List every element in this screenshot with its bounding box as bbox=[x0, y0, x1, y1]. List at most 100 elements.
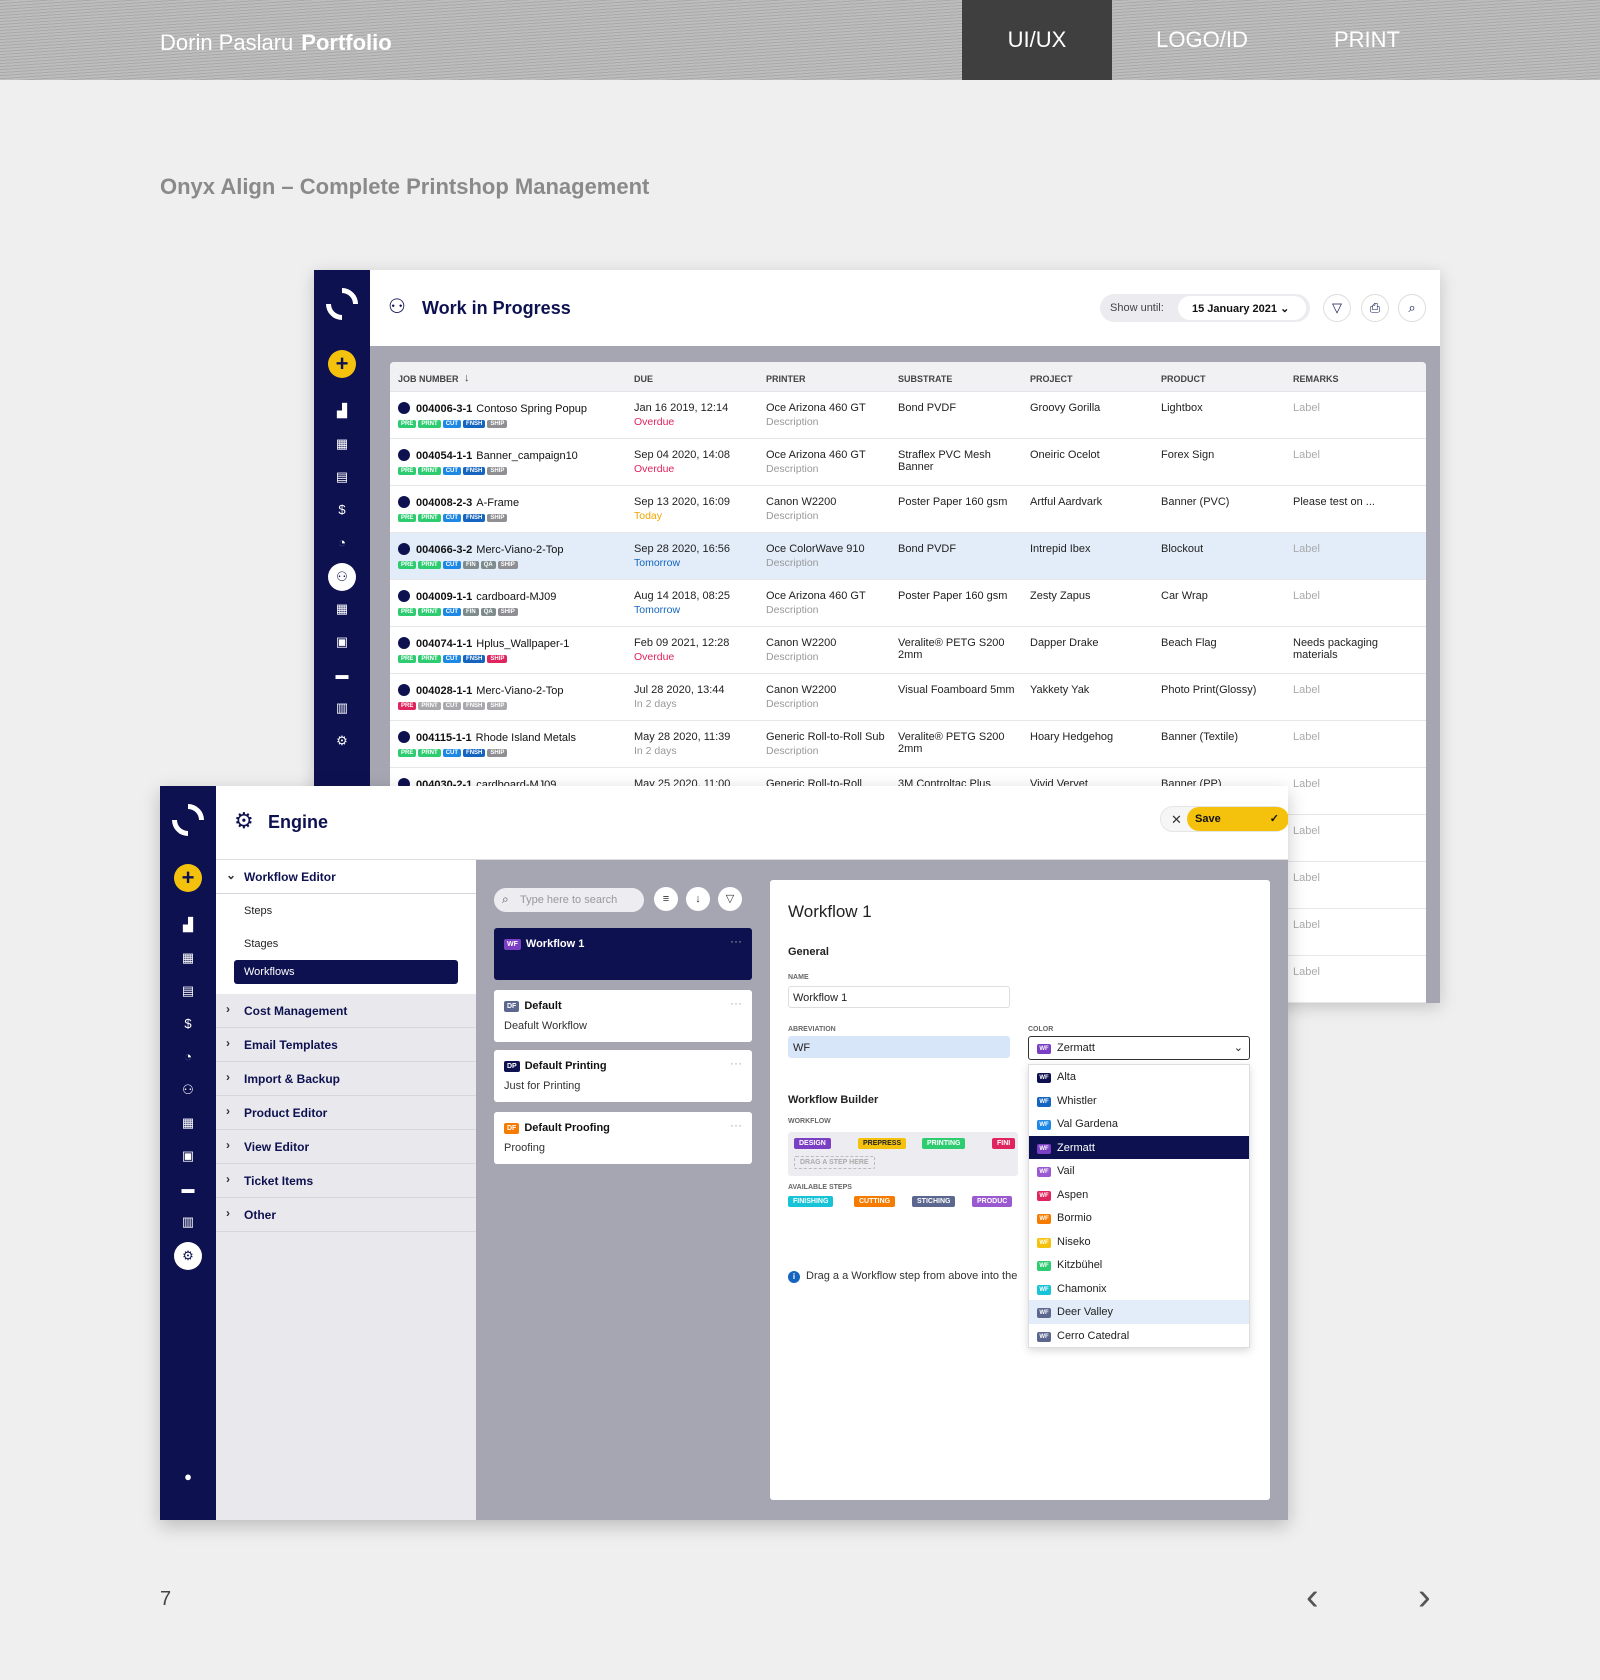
menu-item[interactable]: › View Editor bbox=[216, 1130, 476, 1164]
list-view-button[interactable]: ≡ bbox=[654, 887, 678, 911]
job-number[interactable]: 004074-1-1 Hplus_Wallpaper-1 bbox=[398, 637, 569, 650]
printer-icon[interactable]: ▬ bbox=[180, 1182, 196, 1196]
box-icon[interactable]: ▣ bbox=[180, 1149, 196, 1163]
job-number[interactable]: 004009-1-1 cardboard-MJ09 bbox=[398, 590, 556, 603]
job-number[interactable]: 004008-2-3 A-Frame bbox=[398, 496, 519, 509]
gear-icon[interactable]: ⚙ bbox=[174, 1242, 202, 1270]
job-number[interactable]: 004115-1-1 Rhode Island Metals bbox=[398, 731, 576, 744]
list-icon[interactable]: ▤ bbox=[180, 984, 196, 998]
user-icon[interactable]: ● bbox=[180, 1470, 196, 1484]
more-icon[interactable]: ··· bbox=[730, 1118, 742, 1132]
filter-button[interactable]: ▽ bbox=[718, 887, 742, 911]
add-button[interactable]: + bbox=[328, 350, 356, 378]
grid-icon[interactable]: ▦ bbox=[334, 602, 350, 616]
col-substrate[interactable]: SUBSTRATE bbox=[898, 374, 952, 384]
color-option[interactable]: WF Chamonix bbox=[1029, 1277, 1249, 1301]
brand[interactable]: Dorin Paslaru Portfolio bbox=[160, 30, 392, 56]
tab-logo-id[interactable]: LOGO/ID bbox=[1112, 0, 1292, 80]
step-chip-design[interactable]: DESIGN bbox=[794, 1138, 831, 1149]
menu-workflows[interactable]: Workflows bbox=[234, 960, 458, 984]
forklift-icon[interactable]: ⚇ bbox=[180, 1083, 196, 1097]
color-option[interactable]: WF Alta bbox=[1029, 1065, 1249, 1089]
filter-button[interactable]: ▽ bbox=[1323, 294, 1351, 322]
menu-item[interactable]: › Other bbox=[216, 1198, 476, 1232]
workflow-card[interactable]: DF Default Deafult Workflow ··· bbox=[494, 990, 752, 1042]
workflow-drop-zone[interactable]: DESIGN PREPRESS PRINTING FINI DRAG A STE… bbox=[788, 1132, 1018, 1176]
calendar-icon[interactable]: ▦ bbox=[334, 437, 350, 451]
menu-item[interactable]: › Import & Backup bbox=[216, 1062, 476, 1096]
tab-uiux[interactable]: UI/UX bbox=[962, 0, 1112, 80]
color-option[interactable]: WF Whistler bbox=[1029, 1089, 1249, 1113]
color-option[interactable]: WF Niseko bbox=[1029, 1230, 1249, 1254]
forklift-icon[interactable]: ⚇ bbox=[328, 563, 356, 591]
show-until-picker[interactable]: Show until: 15 January 2021 ⌄ bbox=[1100, 294, 1310, 322]
job-number[interactable]: 004006-3-1 Contoso Spring Popup bbox=[398, 402, 587, 415]
table-row[interactable]: 004115-1-1 Rhode Island Metals PRE PRNT CUT… bbox=[390, 721, 1426, 768]
col-project[interactable]: PROJECT bbox=[1030, 374, 1073, 384]
avail-chip-product[interactable]: PRODUC bbox=[972, 1196, 1013, 1207]
search-button[interactable]: ⌕ bbox=[1398, 294, 1426, 322]
tab-print[interactable]: PRINT bbox=[1292, 0, 1442, 80]
menu-item[interactable]: › Ticket Items bbox=[216, 1164, 476, 1198]
save-button[interactable]: Save ✓ bbox=[1187, 807, 1288, 831]
col-due[interactable]: DUE bbox=[634, 374, 653, 384]
color-option[interactable]: WF Aspen bbox=[1029, 1183, 1249, 1207]
search-input[interactable]: ⌕ Type here to search bbox=[494, 888, 644, 912]
job-number[interactable]: 004028-1-1 Merc-Viano-2-Top bbox=[398, 684, 564, 697]
color-option[interactable]: WF Val Gardena bbox=[1029, 1112, 1249, 1136]
table-row[interactable]: 004066-3-2 Merc-Viano-2-Top PRE PRNT CUT FIN… bbox=[390, 533, 1426, 580]
color-option[interactable]: WF Vail bbox=[1029, 1159, 1249, 1183]
gear-icon[interactable]: ⚙ bbox=[334, 734, 350, 748]
table-row[interactable]: 004006-3-1 Contoso Spring Popup PRE PRNT CU… bbox=[390, 392, 1426, 439]
more-icon[interactable]: ··· bbox=[730, 934, 742, 948]
job-number[interactable]: 004066-3-2 Merc-Viano-2-Top bbox=[398, 543, 564, 556]
table-row[interactable]: 004008-2-3 A-Frame PRE PRNT CUT FNSH SHIP Sep… bbox=[390, 486, 1426, 533]
clipboard-icon[interactable]: ▥ bbox=[334, 701, 350, 715]
workflow-card[interactable]: DF Default Proofing Proofing ··· bbox=[494, 1112, 752, 1164]
calendar-icon[interactable]: ▦ bbox=[180, 951, 196, 965]
dollar-icon[interactable]: $ bbox=[180, 1017, 196, 1031]
add-button[interactable]: + bbox=[174, 864, 202, 892]
menu-steps[interactable]: Steps bbox=[216, 894, 476, 927]
step-chip-finishing[interactable]: FINI bbox=[992, 1138, 1016, 1149]
print-button[interactable]: ⎙ bbox=[1361, 294, 1389, 322]
dollar-icon[interactable]: $ bbox=[334, 503, 350, 517]
abbreviation-field[interactable]: WF bbox=[788, 1036, 1010, 1058]
clock-icon[interactable]: ◔ bbox=[180, 1050, 196, 1064]
menu-item[interactable]: › Cost Management bbox=[216, 994, 476, 1028]
name-field[interactable]: Workflow 1 bbox=[788, 986, 1010, 1008]
more-icon[interactable]: ··· bbox=[730, 996, 742, 1010]
menu-workflow-editor[interactable]: ⌄ Workflow Editor bbox=[216, 860, 476, 894]
color-option[interactable]: WF Deer Valley bbox=[1029, 1300, 1249, 1324]
next-arrow-icon[interactable]: › bbox=[1418, 1576, 1431, 1619]
clock-icon[interactable]: ◔ bbox=[334, 536, 350, 550]
col-job-number[interactable]: JOB NUMBER bbox=[398, 374, 459, 384]
workflow-card[interactable]: WF Workflow 1 ··· bbox=[494, 928, 752, 980]
avail-chip-finishing[interactable]: FINISHING bbox=[788, 1196, 834, 1207]
prev-arrow-icon[interactable]: ‹ bbox=[1306, 1576, 1319, 1619]
color-select[interactable]: WF Zermatt ⌄ bbox=[1028, 1036, 1250, 1060]
color-option[interactable]: WF Cerro Catedral bbox=[1029, 1324, 1249, 1348]
show-until-value[interactable]: 15 January 2021 ⌄ bbox=[1178, 296, 1306, 320]
col-product[interactable]: PRODUCT bbox=[1161, 374, 1206, 384]
color-option[interactable]: WF Bormio bbox=[1029, 1206, 1249, 1230]
printer-icon[interactable]: ▬ bbox=[334, 668, 350, 682]
menu-item[interactable]: › Product Editor bbox=[216, 1096, 476, 1130]
col-remarks[interactable]: REMARKS bbox=[1293, 374, 1339, 384]
step-chip-printing[interactable]: PRINTING bbox=[922, 1138, 966, 1149]
close-icon[interactable]: ✕ bbox=[1171, 812, 1182, 828]
sort-down-icon[interactable]: ↓ bbox=[464, 372, 470, 384]
color-option[interactable]: WF Zermatt bbox=[1029, 1135, 1249, 1159]
grid-icon[interactable]: ▦ bbox=[180, 1116, 196, 1130]
chart-icon[interactable]: ▟ bbox=[180, 918, 196, 932]
avail-chip-cutting[interactable]: CUTTING bbox=[854, 1196, 896, 1207]
box-icon[interactable]: ▣ bbox=[334, 635, 350, 649]
table-row[interactable]: 004009-1-1 cardboard-MJ09 PRE PRNT CUT FIN QA… bbox=[390, 580, 1426, 627]
step-chip-prepress[interactable]: PREPRESS bbox=[858, 1138, 907, 1149]
color-option[interactable]: WF Kitzbühel bbox=[1029, 1253, 1249, 1277]
col-printer[interactable]: PRINTER bbox=[766, 374, 806, 384]
clipboard-icon[interactable]: ▥ bbox=[180, 1215, 196, 1229]
chart-icon[interactable]: ▟ bbox=[334, 404, 350, 418]
sort-button[interactable]: ↓ bbox=[686, 887, 710, 911]
table-row[interactable]: 004054-1-1 Banner_campaign10 PRE PRNT CUT FN… bbox=[390, 439, 1426, 486]
